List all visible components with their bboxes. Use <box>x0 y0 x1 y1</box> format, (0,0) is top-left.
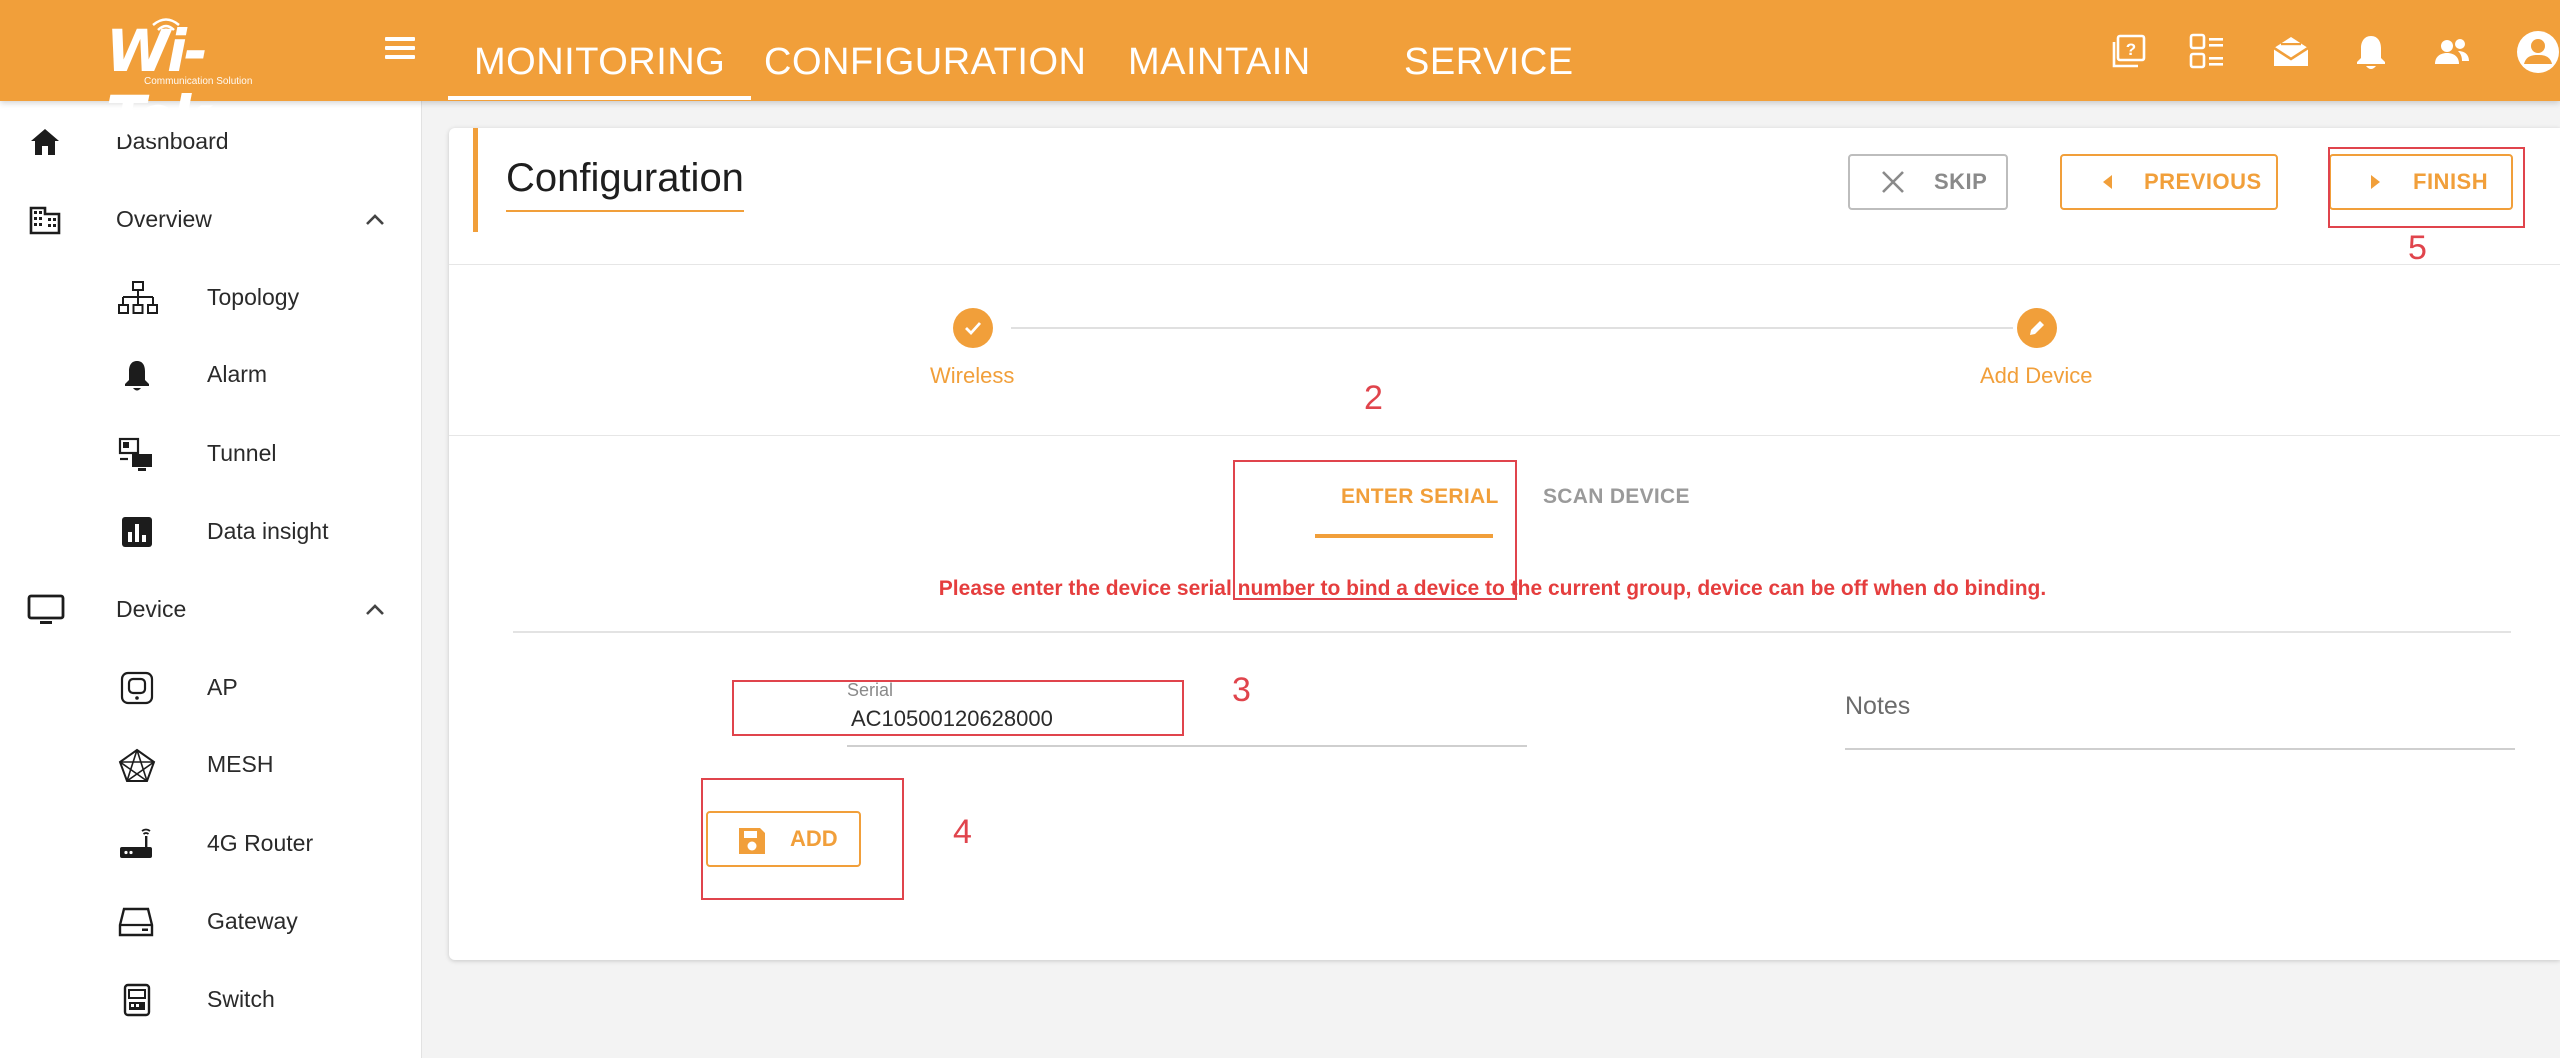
finish-button[interactable]: FINISH <box>2329 154 2513 210</box>
active-tab-indicator <box>1315 534 1493 538</box>
sidebar-item-tunnel[interactable]: Tunnel <box>0 423 421 483</box>
svg-text:?: ? <box>2126 40 2136 59</box>
serial-underline <box>847 745 1527 747</box>
hamburger-menu-icon[interactable] <box>380 32 420 68</box>
card-header: Configuration SKIP PREVIOUS FINISH <box>449 128 2560 264</box>
caret-left-icon <box>2103 175 2112 189</box>
router-icon <box>118 827 152 861</box>
serial-label: Serial <box>847 680 894 700</box>
step-add-device-label[interactable]: Add Device <box>1980 361 2093 391</box>
messages-icon[interactable] <box>2271 32 2313 72</box>
building-icon <box>28 203 62 237</box>
notification-bell-icon[interactable] <box>2351 32 2393 72</box>
sidebar-item-gateway[interactable]: Gateway <box>0 891 421 951</box>
top-bar: Wi-Tek Communication Solution MONITORING… <box>0 0 2560 150</box>
sidebar-item-label: Gateway <box>207 908 298 934</box>
sidebar-item-switch[interactable]: Switch <box>0 969 421 1029</box>
sidebar-item-label: Alarm <box>207 361 268 387</box>
step-wireless-check-icon[interactable] <box>953 308 993 348</box>
home-icon <box>28 125 62 159</box>
add-button[interactable]: ADD <box>706 811 861 867</box>
sidebar-item-label: MESH <box>207 751 274 777</box>
mesh-icon <box>118 748 156 782</box>
finish-label: FINISH <box>2413 169 2489 194</box>
list-icon[interactable] <box>2187 32 2229 72</box>
input-mode-tabs: ENTER SERIAL SCAN DEVICE <box>449 434 2560 544</box>
logo-tagline: Communication Solution <box>144 76 253 87</box>
page-title: Configuration <box>506 148 744 212</box>
monitor-icon <box>27 593 65 627</box>
nav-maintain[interactable]: MAINTAIN <box>1128 0 1311 101</box>
ap-icon <box>120 671 154 705</box>
sidebar: Dashboard Overview Topology Alarm Tunnel… <box>0 101 422 1058</box>
serial-field[interactable]: Serial <box>847 679 1527 749</box>
sidebar-item-label: Device <box>116 596 187 622</box>
sidebar-item-label: Data insight <box>207 518 329 544</box>
stepper-connector <box>1011 327 2013 329</box>
previous-button[interactable]: PREVIOUS <box>2060 154 2278 210</box>
binding-hint-text: Please enter the device serial number to… <box>938 577 2047 600</box>
sidebar-item-topology[interactable]: Topology <box>0 267 421 327</box>
tab-scan-device[interactable]: SCAN DEVICE <box>1543 482 1690 512</box>
nav-configuration[interactable]: CONFIGURATION <box>764 0 1086 101</box>
sidebar-item-label: Topology <box>207 284 300 310</box>
nav-service[interactable]: SERVICE <box>1404 0 1574 101</box>
sidebar-item-ap[interactable]: AP <box>0 657 421 717</box>
chart-icon <box>120 515 154 549</box>
sidebar-item-4g-router[interactable]: 4G Router <box>0 813 421 873</box>
sidebar-item-label: Overview <box>116 206 212 232</box>
bell-icon <box>120 358 154 392</box>
tunnel-icon <box>118 437 152 471</box>
step-wireless-label[interactable]: Wireless <box>930 361 1014 391</box>
sidebar-item-mesh[interactable]: MESH <box>0 734 421 794</box>
sidebar-item-overview[interactable]: Overview <box>0 189 421 249</box>
sidebar-item-label: Switch <box>207 986 275 1012</box>
notes-field[interactable] <box>1845 688 2515 752</box>
notes-underline <box>1845 748 2515 750</box>
chevron-up-icon[interactable] <box>362 207 388 233</box>
configuration-card: Configuration SKIP PREVIOUS FINISH Wirel… <box>449 128 2560 960</box>
sidebar-item-data-insight[interactable]: Data insight <box>0 501 421 561</box>
witek-logo[interactable]: Wi-Tek Communication Solution <box>106 12 266 150</box>
skip-button[interactable]: SKIP <box>1848 154 2008 210</box>
sidebar-item-label: Tunnel <box>207 440 277 466</box>
nav-monitoring[interactable]: MONITORING <box>447 0 752 101</box>
sidebar-item-label: AP <box>207 674 238 700</box>
header-accent-bar <box>473 128 478 232</box>
sidebar-item-device[interactable]: Device <box>0 579 421 639</box>
save-icon <box>739 828 765 854</box>
sidebar-item-label: 4G Router <box>207 830 314 856</box>
close-icon <box>1882 171 1904 193</box>
skip-label: SKIP <box>1934 169 1988 194</box>
help-icon[interactable]: ? <box>2110 32 2152 72</box>
chevron-up-icon[interactable] <box>362 597 388 623</box>
step-add-device-pencil-icon[interactable] <box>2017 308 2057 348</box>
add-label: ADD <box>790 826 838 851</box>
account-icon[interactable] <box>2514 31 2560 73</box>
sidebar-item-alarm[interactable]: Alarm <box>0 344 421 404</box>
serial-input[interactable] <box>851 705 1471 733</box>
topology-icon <box>118 281 158 315</box>
switch-icon <box>120 983 154 1017</box>
wizard-stepper: Wireless Add Device <box>449 264 2560 436</box>
tab-enter-serial[interactable]: ENTER SERIAL <box>1341 482 1499 512</box>
previous-label: PREVIOUS <box>2144 169 2262 194</box>
users-icon[interactable] <box>2432 32 2474 72</box>
notes-input[interactable] <box>1845 688 2515 724</box>
caret-right-icon <box>2371 175 2380 189</box>
gateway-icon <box>118 905 154 939</box>
form-divider <box>513 631 2511 633</box>
